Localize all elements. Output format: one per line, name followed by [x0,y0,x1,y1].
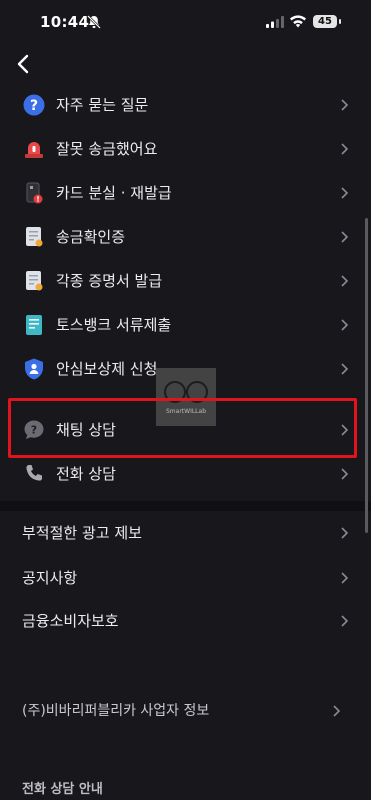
phone-section-title: 전화 상담 안내 [22,782,103,797]
bell-muted-icon [87,15,101,29]
shield-user-icon [25,358,43,380]
menu-item-notice[interactable]: 공지사항 [0,556,371,600]
menu-item-certificates[interactable]: 각종 증명서 발급 [0,259,371,303]
menu-item-report-ad[interactable]: 부적절한 광고 제보 [0,511,371,555]
svg-text:?: ? [30,98,38,114]
highlight-box [8,398,357,458]
chevron-right-icon [341,275,349,287]
status-time: 10:44 [40,13,90,31]
scrollbar[interactable] [365,218,368,533]
section-divider [0,501,371,511]
menu-item-label: 송금확인증 [56,228,126,246]
menu-item-label: 잘못 송금했어요 [56,140,158,158]
menu-item-label: 자주 묻는 질문 [56,96,149,114]
status-bar: 10:44 45 [0,0,371,44]
menu-item-label: 토스뱅크 서류제출 [56,316,172,334]
company-info-label: (주)비바리퍼블리카 사업자 정보 [22,703,210,719]
document-badge-icon [26,271,43,291]
menu-item-label: 전화 상담 [56,465,116,483]
chevron-right-icon [341,231,349,243]
chevron-right-icon [341,99,349,111]
menu-item-label: 안심보상제 신청 [56,360,158,378]
menu-item-document-submit[interactable]: 토스뱅크 서류제출 [0,303,371,347]
certificate-icon [26,227,43,247]
back-arrow-icon[interactable] [12,52,36,76]
menu-item-label: 각종 증명서 발급 [56,272,163,290]
chevron-right-icon [341,572,349,584]
document-submit-icon [26,315,42,335]
siren-icon [25,142,43,158]
chevron-right-icon [341,363,349,375]
menu-item-transfer-certificate[interactable]: 송금확인증 [0,215,371,259]
chevron-right-icon [333,705,341,717]
menu-item-card-lost[interactable]: 카드 분실 · 재발급 [0,171,371,215]
chevron-right-icon [341,187,349,199]
chevron-right-icon [341,527,349,539]
menu-item-faq[interactable]: ? 자주 묻는 질문 [0,83,371,127]
wifi-icon [290,15,306,28]
question-circle-icon: ? [23,94,45,116]
menu-item-label: 부적절한 광고 제보 [22,524,142,542]
battery-cap [339,19,341,24]
card-alert-icon [26,182,43,204]
menu-item-label: 카드 분실 · 재발급 [56,184,172,202]
chevron-right-icon [341,319,349,331]
chevron-right-icon [341,143,349,155]
menu-item-consumer-protection[interactable]: 금융소비자보호 [0,599,371,643]
phone-icon [26,465,42,481]
menu-item-label: 금융소비자보호 [22,612,119,630]
chevron-right-icon [341,468,349,480]
menu-item-label: 공지사항 [22,569,78,587]
company-info-link[interactable]: (주)비바리퍼블리카 사업자 정보 [0,689,371,733]
menu-item-wrong-transfer[interactable]: 잘못 송금했어요 [0,127,371,171]
signal-icon [266,16,284,28]
menu-item-phone-support[interactable]: 전화 상담 [0,452,371,496]
battery-level: 45 [313,15,337,28]
chevron-right-icon [341,615,349,627]
